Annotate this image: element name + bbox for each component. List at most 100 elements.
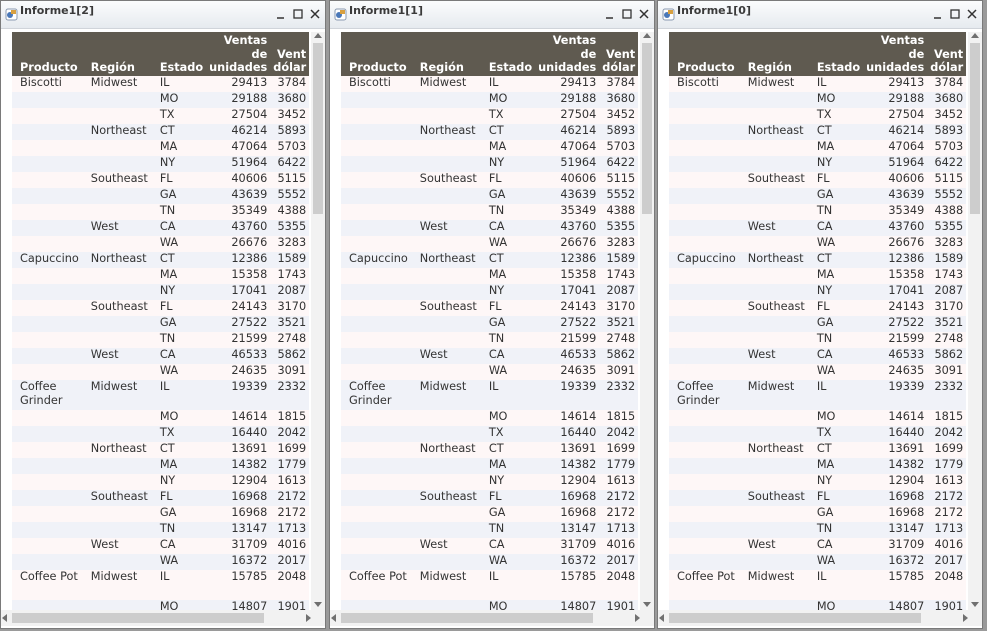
table-row: Coffee Pot Midwest IL 15785 2048 (12, 569, 309, 600)
table-cell: 29413 (864, 75, 929, 92)
table-row: Southeast FL 40606 5115 (669, 171, 966, 188)
table-cell: MA (151, 139, 208, 156)
table-row: Coffee Grinder Midwest IL 19339 2332 (669, 379, 966, 410)
report-table: Producto Región Estado Ventas de unidades Vent… (12, 32, 309, 610)
scroll-up-icon[interactable] (643, 33, 651, 38)
table-cell: 2748 (600, 331, 638, 348)
table-cell: Coffee Grinder (12, 379, 83, 410)
table-cell: Southeast (411, 299, 481, 316)
close-icon[interactable] (637, 6, 651, 20)
table-cell: 1699 (928, 441, 966, 458)
table-cell (12, 171, 83, 188)
table-row: WA 26676 3283 (341, 235, 638, 252)
minimize-icon[interactable] (603, 6, 617, 20)
table-row: GA 16968 2172 (12, 505, 309, 522)
table-cell: 3680 (928, 91, 966, 108)
table-cell (411, 553, 481, 570)
table-cell (341, 473, 412, 490)
table-row: MA 14382 1779 (341, 457, 638, 474)
vertical-scrollbar[interactable] (640, 32, 654, 610)
table-cell: 1613 (600, 473, 638, 490)
table-cell (341, 283, 412, 300)
table-cell: 17041 (207, 283, 272, 300)
table-cell: CT (151, 251, 208, 268)
table-cell: 27522 (207, 315, 272, 332)
title-bar[interactable]: Informe1[1] (330, 1, 654, 29)
table-cell: 5862 (271, 347, 309, 364)
table-cell: CT (808, 123, 865, 140)
table-cell: 15358 (207, 267, 272, 284)
table-cell: 1713 (271, 521, 309, 538)
table-cell: 1779 (271, 457, 309, 474)
scroll-right-icon[interactable] (635, 614, 640, 622)
table-cell (739, 409, 809, 426)
table-cell: TN (480, 331, 537, 348)
table-row: MO 14807 1901 (12, 599, 309, 610)
table-cell (341, 489, 412, 506)
table-cell (12, 219, 83, 236)
scroll-up-icon[interactable] (314, 33, 322, 38)
table-cell: 24635 (864, 363, 929, 380)
table-row: TN 21599 2748 (12, 331, 309, 348)
column-header: Estado (480, 32, 537, 76)
table-cell (739, 107, 809, 124)
report-app-icon (662, 6, 675, 21)
table-cell (82, 203, 152, 220)
table-cell (669, 91, 740, 108)
close-icon[interactable] (965, 6, 979, 20)
table-cell: 14614 (864, 409, 929, 426)
vertical-scroll-thumb[interactable] (642, 43, 652, 214)
scroll-down-icon[interactable] (314, 602, 322, 607)
scroll-down-icon[interactable] (643, 602, 651, 607)
minimize-icon[interactable] (931, 6, 945, 20)
horizontal-scroll-thumb[interactable] (341, 613, 593, 623)
scroll-up-icon[interactable] (971, 33, 979, 38)
close-icon[interactable] (308, 6, 322, 20)
scroll-down-icon[interactable] (971, 602, 979, 607)
table-row: Southeast FL 16968 2172 (341, 489, 638, 506)
table-cell (341, 235, 412, 252)
table-cell: 1613 (271, 473, 309, 490)
desktop: { "windows": [ {"title": "Informe1[2]"},… (0, 0, 987, 631)
maximize-icon[interactable] (620, 6, 634, 20)
horizontal-scrollbar[interactable] (658, 610, 982, 626)
table-cell (12, 187, 83, 204)
table-cell: 4388 (271, 203, 309, 220)
table-cell: 2087 (271, 283, 309, 300)
table-cell: 4388 (600, 203, 638, 220)
table-cell: 14614 (536, 409, 601, 426)
horizontal-scroll-thumb[interactable] (669, 613, 921, 623)
report-window[interactable]: Informe1[1] Producto Región Estado Ventas de u… (329, 0, 655, 629)
maximize-icon[interactable] (291, 6, 305, 20)
horizontal-scrollbar[interactable] (330, 610, 654, 626)
scroll-left-icon[interactable] (2, 614, 7, 622)
table-row: Southeast FL 40606 5115 (341, 171, 638, 188)
table-row: TN 13147 1713 (669, 521, 966, 538)
table-cell: 19339 (536, 379, 601, 410)
horizontal-scrollbar[interactable] (1, 610, 325, 626)
report-window[interactable]: Informe1[2] Producto Región Estado Ventas de u… (0, 0, 326, 629)
vertical-scroll-thumb[interactable] (313, 43, 323, 214)
table-cell: 35349 (864, 203, 929, 220)
table-cell: Midwest (82, 569, 152, 600)
table-cell: 3784 (928, 75, 966, 92)
table-cell (739, 315, 809, 332)
maximize-icon[interactable] (948, 6, 962, 20)
title-bar[interactable]: Informe1[2] (1, 1, 325, 29)
table-row: Biscotti Midwest IL 29413 3784 (12, 75, 309, 92)
table-cell: West (411, 219, 481, 236)
scroll-right-icon[interactable] (963, 614, 968, 622)
table-row: GA 27522 3521 (341, 315, 638, 332)
minimize-icon[interactable] (274, 6, 288, 20)
title-bar[interactable]: Informe1[0] (658, 1, 982, 29)
vertical-scrollbar[interactable] (968, 32, 982, 610)
report-window[interactable]: Informe1[0] Producto Región Estado Ventas de u… (657, 0, 983, 629)
vertical-scroll-thumb[interactable] (970, 43, 980, 214)
vertical-scrollbar[interactable] (311, 32, 325, 610)
scroll-right-icon[interactable] (306, 614, 311, 622)
scroll-left-icon[interactable] (659, 614, 664, 622)
table-cell: MA (808, 139, 865, 156)
scroll-left-icon[interactable] (331, 614, 336, 622)
horizontal-scroll-thumb[interactable] (12, 613, 264, 623)
table-row: NY 17041 2087 (12, 283, 309, 300)
